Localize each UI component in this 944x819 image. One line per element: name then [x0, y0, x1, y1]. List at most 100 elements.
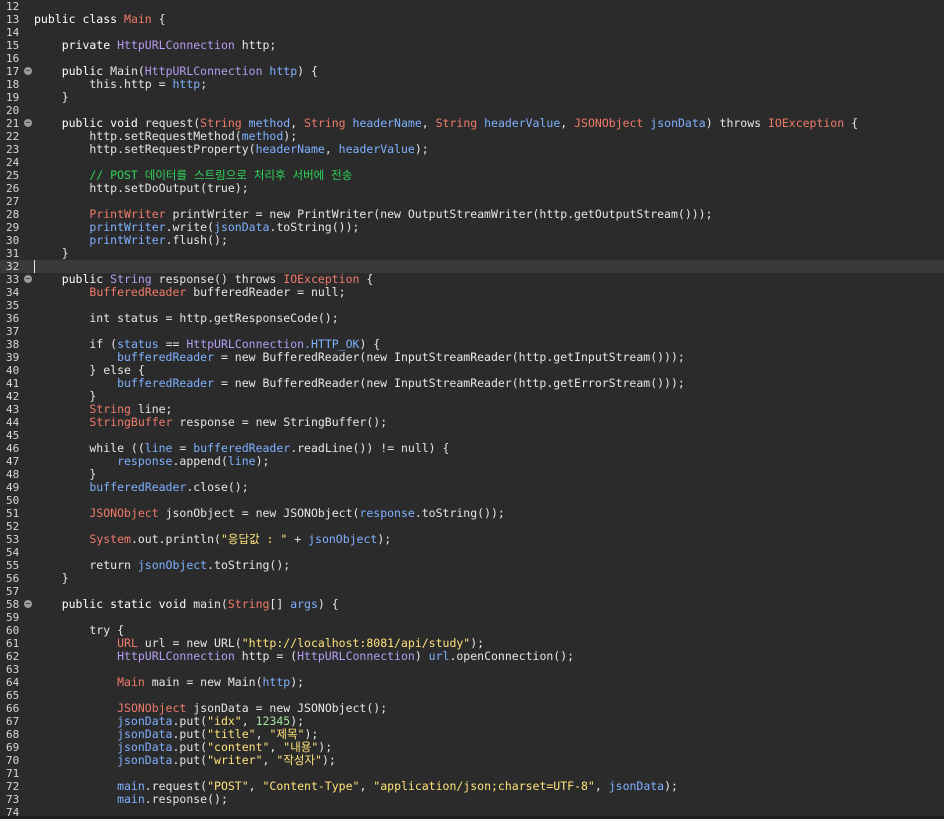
code-text: http.setDoOutput(true);	[34, 181, 249, 195]
code-line[interactable]: 64 Main main = new Main(http);	[0, 675, 944, 690]
code-token: bufferedReader	[193, 441, 291, 455]
code-line[interactable]: 49 bufferedReader.close();	[0, 480, 944, 495]
code-token: ,	[560, 116, 575, 130]
line-number: 40	[6, 364, 20, 377]
code-token: headerValue	[338, 142, 415, 156]
fold-collapse-icon[interactable]: −	[24, 67, 32, 75]
code-token: jsonData	[34, 753, 173, 767]
code-token: ,	[290, 116, 305, 130]
code-token: {	[844, 116, 859, 130]
code-token: url	[428, 649, 450, 663]
code-editor[interactable]: 12 13 public class Main {14 15 private Http…	[0, 0, 944, 819]
code-token: ,	[594, 779, 609, 793]
code-line[interactable]: 26 http.setDoOutput(true);	[0, 181, 944, 196]
code-token: }	[34, 571, 69, 585]
code-token: main(	[193, 597, 228, 611]
code-line[interactable]: 73 main.response();	[0, 793, 944, 807]
line-number: 72	[6, 780, 20, 793]
code-line[interactable]: 31 }	[0, 247, 944, 261]
line-number: 12	[6, 0, 20, 13]
code-line[interactable]: 34 BufferedReader bufferedReader = null;	[0, 286, 944, 300]
code-token: Main	[117, 675, 145, 689]
line-number: 33	[6, 273, 20, 286]
code-token: .put(	[172, 727, 208, 741]
code-token: jsonData	[34, 727, 173, 741]
code-text: jsonData.put("writer", "작성자");	[34, 754, 336, 767]
code-token: System	[89, 532, 131, 546]
code-token: String	[89, 402, 131, 416]
code-token: Main(	[110, 64, 145, 78]
code-token: args	[290, 597, 318, 611]
line-number: 24	[6, 156, 20, 169]
code-token: .close();	[186, 480, 249, 494]
code-line[interactable]: 51 JSONObject jsonObject = new JSONObjec…	[0, 506, 944, 521]
code-text: }	[34, 247, 69, 260]
line-number: 13	[6, 13, 20, 26]
code-text: main.response();	[34, 793, 228, 806]
line-number: 56	[6, 572, 20, 585]
code-token: status	[117, 337, 159, 351]
code-token: "title"	[207, 727, 256, 741]
code-token: this.http =	[34, 77, 173, 91]
line-number: 73	[6, 793, 20, 806]
code-token: JSONObject	[117, 701, 187, 715]
code-line[interactable]: 44 StringBuffer response = new StringBuf…	[0, 415, 944, 430]
code-token: http.setRequestMethod(	[34, 129, 242, 143]
line-number: 47	[6, 455, 20, 468]
code-token: "Content-Type"	[262, 779, 360, 793]
code-token: while ((	[34, 441, 145, 455]
line-number: 65	[6, 689, 20, 702]
code-line[interactable]: 23 http.setRequestProperty(headerName, h…	[0, 142, 944, 157]
code-text: int status = http.getResponseCode();	[34, 312, 338, 325]
code-token: headerName	[255, 142, 325, 156]
code-token: http.setRequestProperty(	[34, 142, 256, 156]
code-line[interactable]: 59	[0, 611, 944, 624]
line-number: 60	[6, 624, 20, 637]
code-text: System.out.println("응답값 : " + jsonObject…	[34, 533, 391, 546]
line-number: 14	[6, 26, 20, 39]
code-token: .toString());	[414, 506, 505, 520]
code-text: http.setRequestProperty(headerName, head…	[34, 142, 428, 156]
code-line[interactable]: 58− public static void main(String[] arg…	[0, 597, 944, 612]
code-token: http.setDoOutput(true);	[34, 181, 249, 195]
line-number: 66	[6, 702, 20, 715]
fold-collapse-icon[interactable]: −	[24, 600, 32, 608]
code-token: printWriter	[34, 220, 166, 234]
code-token: bufferedReader	[34, 376, 215, 390]
code-line[interactable]: 19 }	[0, 91, 944, 105]
code-line[interactable]: 36 int status = http.getResponseCode();	[0, 312, 944, 326]
code-token: "POST"	[207, 779, 249, 793]
code-token: StringBuffer	[89, 415, 173, 429]
code-token: );	[255, 454, 270, 468]
code-line[interactable]: 13 public class Main {	[0, 13, 944, 27]
code-line[interactable]: 56 }	[0, 571, 944, 586]
line-number: 53	[6, 533, 20, 546]
code-line[interactable]: 41 bufferedReader = new BufferedReader(n…	[0, 377, 944, 391]
code-line[interactable]: 47 response.append(line);	[0, 454, 944, 469]
code-line[interactable]: 55 return jsonObject.toString();	[0, 559, 944, 573]
code-line[interactable]: 15 private HttpURLConnection http;	[0, 39, 944, 53]
code-token: }	[34, 246, 69, 260]
code-token: "응답값 : "	[220, 532, 288, 546]
line-number: 48	[6, 468, 20, 481]
code-line[interactable]: 53 System.out.println("응답값 : " + jsonObj…	[0, 533, 944, 547]
code-token: line	[144, 441, 173, 455]
code-line[interactable]: 18 this.http = http;	[0, 77, 944, 92]
code-token: jsonData	[34, 740, 173, 754]
code-line[interactable]: 30 printWriter.flush();	[0, 234, 944, 248]
code-text: bufferedReader = new BufferedReader(new …	[34, 377, 685, 390]
line-number: 46	[6, 442, 20, 455]
code-token: jsonData	[608, 779, 665, 793]
code-token: response() throws	[151, 272, 284, 286]
fold-collapse-icon[interactable]: −	[24, 119, 32, 127]
code-token: if (	[34, 337, 118, 351]
fold-collapse-icon[interactable]: −	[24, 275, 32, 283]
code-token: }	[34, 389, 97, 403]
code-line[interactable]: 70 jsonData.put("writer", "작성자");	[0, 754, 944, 768]
code-line[interactable]: 62 HttpURLConnection http = (HttpURLConn…	[0, 649, 944, 664]
code-text: bufferedReader.close();	[34, 480, 249, 494]
